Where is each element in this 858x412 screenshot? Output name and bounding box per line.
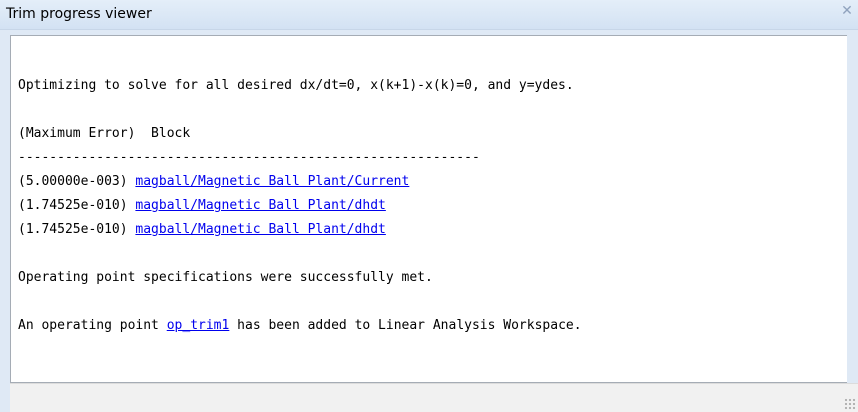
operating-point-link[interactable]: op_trim1 <box>167 318 230 333</box>
block-link[interactable]: magball/Magnetic Ball Plant/Current <box>135 174 409 189</box>
log-status: Operating point specifications were succ… <box>18 270 433 285</box>
result-prefix: An operating point <box>18 318 167 333</box>
block-link[interactable]: magball/Magnetic Ball Plant/dhdt <box>135 222 385 237</box>
status-bar <box>10 383 858 412</box>
resize-grip-icon[interactable] <box>844 398 856 410</box>
log-row: (1.74525e-010) magball/Magnetic Ball Pla… <box>18 198 386 214</box>
max-error-value: (1.74525e-010) <box>18 198 136 213</box>
log-result: An operating point op_trim1 has been add… <box>18 318 582 334</box>
log-table-header: (Maximum Error) Block <box>18 126 191 141</box>
log-row: (1.74525e-010) magball/Magnetic Ball Pla… <box>18 222 386 238</box>
trim-progress-viewer-window: Trim progress viewer ✕ Optimizing to sol… <box>0 0 858 412</box>
max-error-value: (1.74525e-010) <box>18 222 136 237</box>
log-row: (5.00000e-003) magball/Magnetic Ball Pla… <box>18 174 409 190</box>
log-intro: Optimizing to solve for all desired dx/d… <box>18 78 574 93</box>
log-separator: ----------------------------------------… <box>18 150 480 165</box>
max-error-value: (5.00000e-003) <box>18 174 136 189</box>
block-link[interactable]: magball/Magnetic Ball Plant/dhdt <box>135 198 385 213</box>
log-output-panel: Optimizing to solve for all desired dx/d… <box>10 35 847 383</box>
result-suffix: has been added to Linear Analysis Worksp… <box>229 318 582 333</box>
close-icon[interactable]: ✕ <box>838 2 856 20</box>
title-bar[interactable]: Trim progress viewer ✕ <box>0 0 858 30</box>
window-title: Trim progress viewer <box>6 6 152 22</box>
